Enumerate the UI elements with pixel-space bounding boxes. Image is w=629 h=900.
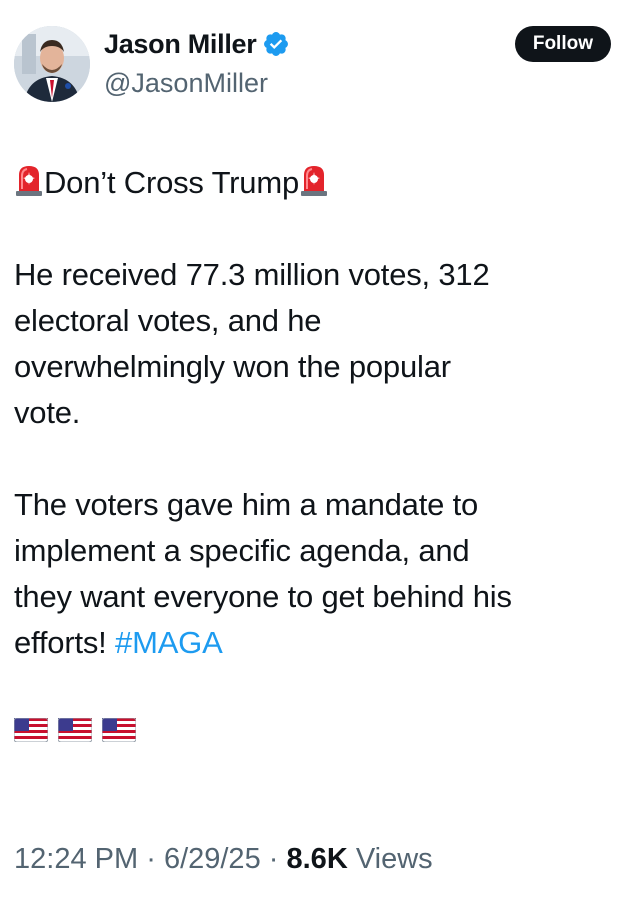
tweet-text: Don’t Cross Trump He received 77.3 milli…: [13, 160, 614, 743]
paragraph1-line: He received 77.3 million votes, 312: [14, 257, 490, 292]
follow-button[interactable]: Follow: [514, 26, 611, 62]
hashtag-link[interactable]: #MAGA: [115, 625, 223, 660]
tweet-header: Jason Miller @JasonMiller Follow: [14, 26, 614, 106]
paragraph2-line: they want everyone to get behind his: [14, 579, 512, 614]
meta-separator: ·: [146, 843, 156, 875]
avatar[interactable]: [14, 26, 90, 102]
tweet-meta: 12:24 PM · 6/29/25 · 8.6K Views: [14, 843, 433, 876]
paragraph2-last-line: efforts! #MAGA: [14, 620, 614, 666]
flags-row: [13, 696, 614, 743]
paragraph1-line: electoral votes, and he: [14, 303, 322, 338]
us-flag-emoji-icon: [57, 709, 93, 743]
meta-separator: ·: [268, 843, 279, 875]
name-row: Jason Miller: [104, 26, 290, 62]
us-flag-emoji-icon: [101, 709, 137, 743]
paragraph1-line: vote.: [14, 395, 81, 430]
paragraph2-last-text: efforts!: [14, 625, 107, 660]
tweet-headline: Don’t Cross Trump: [14, 160, 614, 206]
views-count[interactable]: 8.6K: [287, 843, 348, 875]
police-siren-emoji-icon: [14, 163, 44, 197]
paragraph1-line: overwhelmingly won the popular: [14, 349, 451, 384]
author-display-name[interactable]: Jason Miller: [104, 29, 257, 60]
headline-text: Don’t Cross Trump: [44, 165, 299, 200]
paragraph2-line: implement a specific agenda, and: [14, 533, 470, 568]
tweet-time[interactable]: 12:24 PM: [14, 843, 138, 875]
views-label: Views: [355, 843, 433, 875]
us-flag-emoji-icon: [13, 709, 49, 743]
author-handle[interactable]: @JasonMiller: [104, 68, 268, 99]
paragraph2-line: The voters gave him a mandate to: [14, 487, 479, 522]
avatar-image: [14, 26, 90, 102]
verified-badge-icon: [262, 30, 290, 58]
tweet-date[interactable]: 6/29/25: [164, 843, 261, 875]
police-siren-emoji-icon: [299, 163, 329, 197]
